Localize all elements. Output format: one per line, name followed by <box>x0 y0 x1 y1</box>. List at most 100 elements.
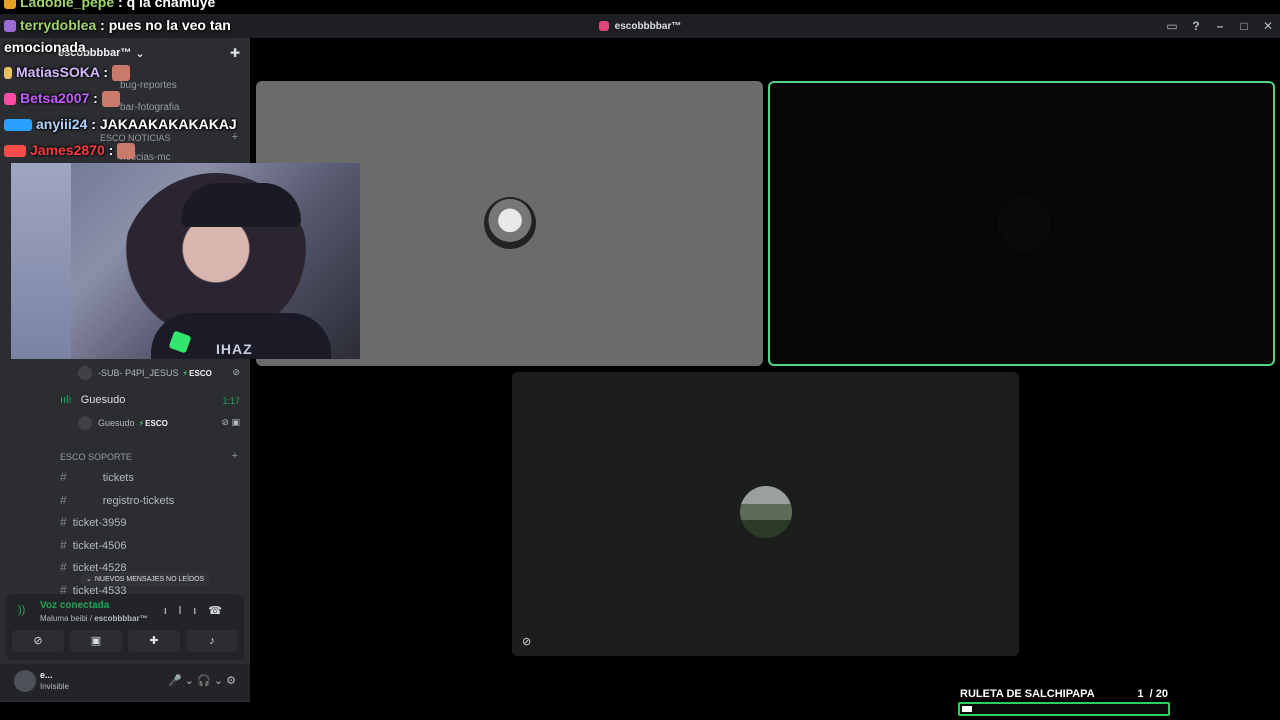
muted-icon: ⊘ ▣ <box>221 417 240 427</box>
disconnect-icon[interactable]: ☎ <box>208 605 234 617</box>
chat-username: James2870 <box>30 142 105 158</box>
chat-message: MatiasSOKA : <box>4 64 131 82</box>
chat-username: MatiasSOKA <box>16 64 100 80</box>
minimize-icon[interactable]: – <box>1208 19 1232 33</box>
chat-message: terrydoblea : pues no la veo tan <box>4 17 231 33</box>
chat-message: anyiii24 : JAKAAKAKAKAKAJ <box>4 116 237 132</box>
gear-icon[interactable]: ⚙ <box>226 675 236 687</box>
chevron-down-icon: ⌄ <box>135 47 145 60</box>
microphone-icon[interactable]: 🎤 <box>168 675 182 687</box>
user-status: Invisible <box>40 682 69 691</box>
hash-icon: # <box>60 515 67 529</box>
channel-label: ticket-4506 <box>72 540 127 552</box>
ruleta-total: / 20 <box>1149 688 1168 700</box>
chat-badge-icon <box>4 145 26 158</box>
close-icon[interactable]: ✕ <box>1256 19 1280 33</box>
chevron-down-icon: ⌄ <box>86 576 92 583</box>
voice-panel-actions: ılı☎ <box>164 604 234 617</box>
ruleta-progress-bar <box>958 702 1170 716</box>
user-panel: e... Invisible 🎤 ⌄ 🎧 ⌄ ⚙ <box>0 664 250 700</box>
window-title: escobbbbar™ <box>614 20 682 32</box>
voice-user[interactable]: -SUB- P4PI_JESUS ESCO <box>78 366 212 380</box>
add-member-icon[interactable]: ✚ <box>230 46 240 60</box>
channel-label: bar-fotografia <box>120 102 180 113</box>
screen-share-button[interactable]: ▣ <box>70 630 122 652</box>
soundboard-button[interactable]: ♪ <box>186 630 238 652</box>
voice-user-name: Guesudo <box>98 418 135 428</box>
hash-icon: # <box>60 470 67 484</box>
chat-username: anyiii24 <box>36 116 88 132</box>
channel-ticket-3959[interactable]: # ticket-3959 <box>60 515 127 529</box>
voice-connection-panel: )) Voz conectada Maluma beibi / escobbbb… <box>6 594 244 660</box>
channel-bar-fotografia[interactable]: bar-fotografia <box>120 102 179 113</box>
voice-buttons: ⊘ ▣ ✚ ♪ <box>12 630 238 652</box>
role-badge: ESCO <box>139 419 168 428</box>
category-soporte[interactable]: ESCO SOPORTE <box>60 452 132 462</box>
chat-username: Betsa2007 <box>20 90 90 106</box>
chat-username: Ladoble_pepe <box>20 0 115 10</box>
voice-user[interactable]: Guesudo ESCO <box>78 416 168 430</box>
channel-label: ticket-3959 <box>72 517 127 529</box>
voice-user-name: -SUB- P4PI_JESUS <box>98 368 179 378</box>
channel-label: registro-tickets <box>102 495 175 507</box>
mic-muted-icon: ⊘ <box>522 636 532 648</box>
voice-location-server: escobbbbar™ <box>94 614 148 623</box>
hash-icon: # <box>60 493 67 507</box>
avatar <box>78 366 92 380</box>
voice-channel-guesudo[interactable]: ıılı Guesudo <box>60 394 125 406</box>
deafened-icon: ⊘ <box>232 367 240 377</box>
chat-badge-icon <box>4 119 32 132</box>
add-channel-icon[interactable]: + <box>232 131 238 143</box>
participant-tile-speaking[interactable] <box>768 81 1275 366</box>
role-badge: ESCO <box>183 369 212 378</box>
chat-text: : <box>99 64 109 80</box>
voice-location-channel: Maluma beibi <box>40 614 88 623</box>
noise-suppression-icon[interactable]: ılı <box>164 605 209 617</box>
chat-text: : <box>89 90 98 106</box>
channel-tickets[interactable]: # tickets <box>60 470 134 484</box>
voice-activity-icon: ıılı <box>60 394 72 406</box>
camera-off-button[interactable]: ⊘ <box>12 630 64 652</box>
username[interactable]: e... <box>40 670 53 680</box>
server-icon <box>598 21 609 31</box>
chat-badge-icon <box>4 93 16 106</box>
voice-channel-label: Guesudo <box>80 394 126 406</box>
category-label: ESCO SOPORTE <box>60 452 132 462</box>
maximize-icon[interactable]: □ <box>1232 19 1256 33</box>
chat-badge-icon <box>4 67 12 80</box>
channel-label: bug-reportes <box>120 80 177 91</box>
channel-ticket-4506[interactable]: # ticket-4506 <box>60 538 127 552</box>
help-icon[interactable]: ? <box>1184 19 1208 33</box>
participant-avatar <box>484 197 536 249</box>
chat-badge-icon <box>4 0 16 10</box>
webcam-overlay: IHAZ <box>11 163 360 359</box>
voice-timer: 1:17 <box>222 396 240 406</box>
add-channel-icon[interactable]: + <box>232 450 238 462</box>
chat-text: : pues no la veo tan <box>100 17 231 33</box>
ruleta-count: 1 / 20 <box>1137 688 1168 700</box>
inbox-icon[interactable]: ▭ <box>1160 19 1184 33</box>
voice-status[interactable]: Voz conectada <box>40 600 109 611</box>
channel-bug-reportes[interactable]: bug-reportes <box>120 80 177 91</box>
hash-icon: # <box>60 560 67 574</box>
chat-text: emocionada <box>4 39 86 55</box>
app-root: escobbbbar™ ▭ ? – □ ✕ escobbbbar™ ⌄ ✚ bu… <box>0 0 1280 720</box>
voice-location[interactable]: Maluma beibi / escobbbbar™ <box>40 614 148 623</box>
chat-message: Betsa2007 : <box>4 90 120 108</box>
shirt-text: IHAZ <box>216 341 253 357</box>
ruleta-widget: RULETA DE SALCHIPAPA 1 / 20 <box>958 686 1170 718</box>
new-messages-pill[interactable]: ⌄ NUEVOS MENSAJES NO LEÍDOS <box>80 572 211 586</box>
user-controls: 🎤 ⌄ 🎧 ⌄ ⚙ <box>168 675 236 687</box>
chat-text: : q la chamuye <box>114 0 216 10</box>
headphones-icon[interactable]: 🎧 <box>197 675 211 687</box>
avatar[interactable] <box>14 670 36 692</box>
participant-tile[interactable]: ⊘ <box>512 372 1019 656</box>
participant-avatar <box>740 486 792 538</box>
activities-button[interactable]: ✚ <box>128 630 180 652</box>
channel-registro-tickets[interactable]: # registro-tickets <box>60 493 174 507</box>
chat-text: : JAKAAKAKAKAKAJ <box>87 116 237 132</box>
chat-emote-icon <box>101 91 120 108</box>
chat-text: : <box>104 142 114 158</box>
signal-icon: )) <box>18 604 26 616</box>
participant-avatar <box>998 198 1050 250</box>
